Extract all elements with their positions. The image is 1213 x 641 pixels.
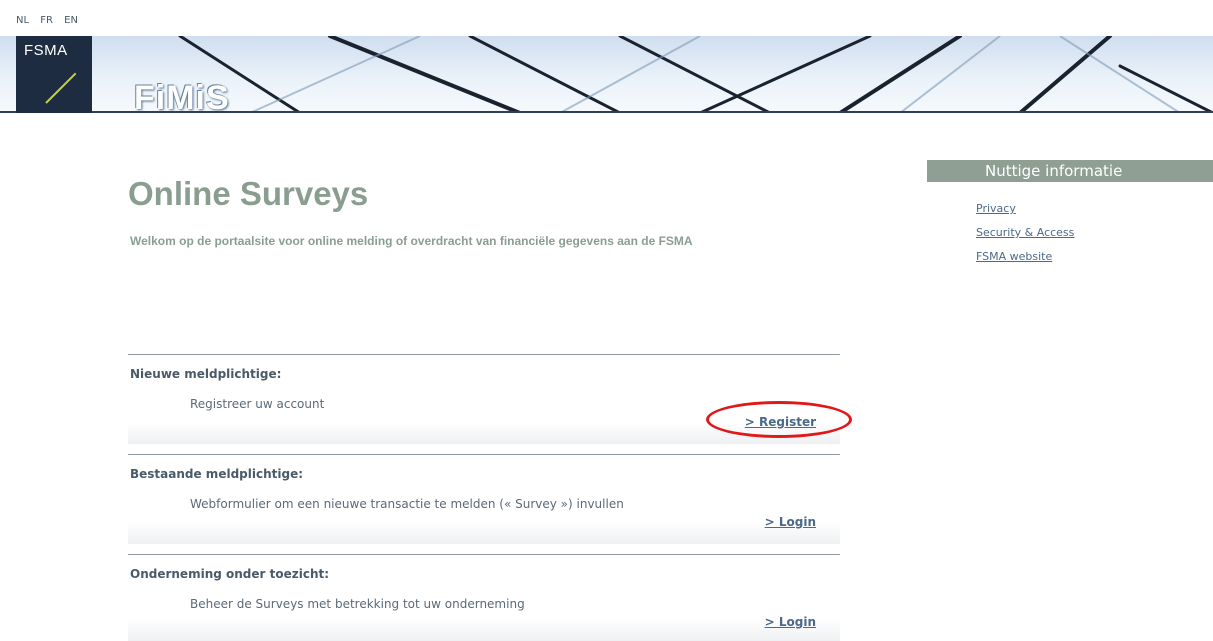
register-link[interactable]: > Register [745, 415, 816, 429]
section-heading: Onderneming onder toezicht: [130, 567, 330, 581]
section-new-reporter: Nieuwe meldplichtige: Registreer uw acco… [128, 354, 840, 444]
security-access-link[interactable]: Security & Access [976, 226, 1074, 239]
intro-text: Welkom op de portaalsite voor online mel… [130, 234, 693, 248]
lang-fr[interactable]: FR [40, 15, 53, 26]
page-title: Online Surveys [128, 175, 369, 212]
header-banner: FiMiS [0, 36, 1213, 113]
section-description: Webformulier om een nieuwe transactie te… [190, 497, 624, 511]
section-supervised-company: Onderneming onder toezicht: Beheer de Su… [128, 554, 840, 641]
login-link[interactable]: > Login [765, 515, 816, 529]
logo-slash-icon [45, 72, 77, 104]
fsma-logo[interactable]: FSMA [16, 36, 92, 113]
login-link-company[interactable]: > Login [765, 615, 816, 629]
fsma-website-link[interactable]: FSMA website [976, 250, 1074, 263]
lang-en[interactable]: EN [64, 15, 78, 26]
language-switcher: NL FR EN [16, 15, 86, 26]
app-title: FiMiS [134, 79, 230, 113]
sidebar-links: Privacy Security & Access FSMA website [976, 202, 1074, 274]
section-heading: Bestaande meldplichtige: [130, 467, 304, 481]
section-description: Registreer uw account [190, 397, 325, 411]
privacy-link[interactable]: Privacy [976, 202, 1074, 215]
sidebar-heading: Nuttige informatie [927, 160, 1213, 182]
section-existing-reporter: Bestaande meldplichtige: Webformulier om… [128, 454, 840, 544]
lang-nl[interactable]: NL [16, 15, 29, 26]
section-heading: Nieuwe meldplichtige: [130, 367, 282, 381]
section-description: Beheer de Surveys met betrekking tot uw … [190, 597, 525, 611]
